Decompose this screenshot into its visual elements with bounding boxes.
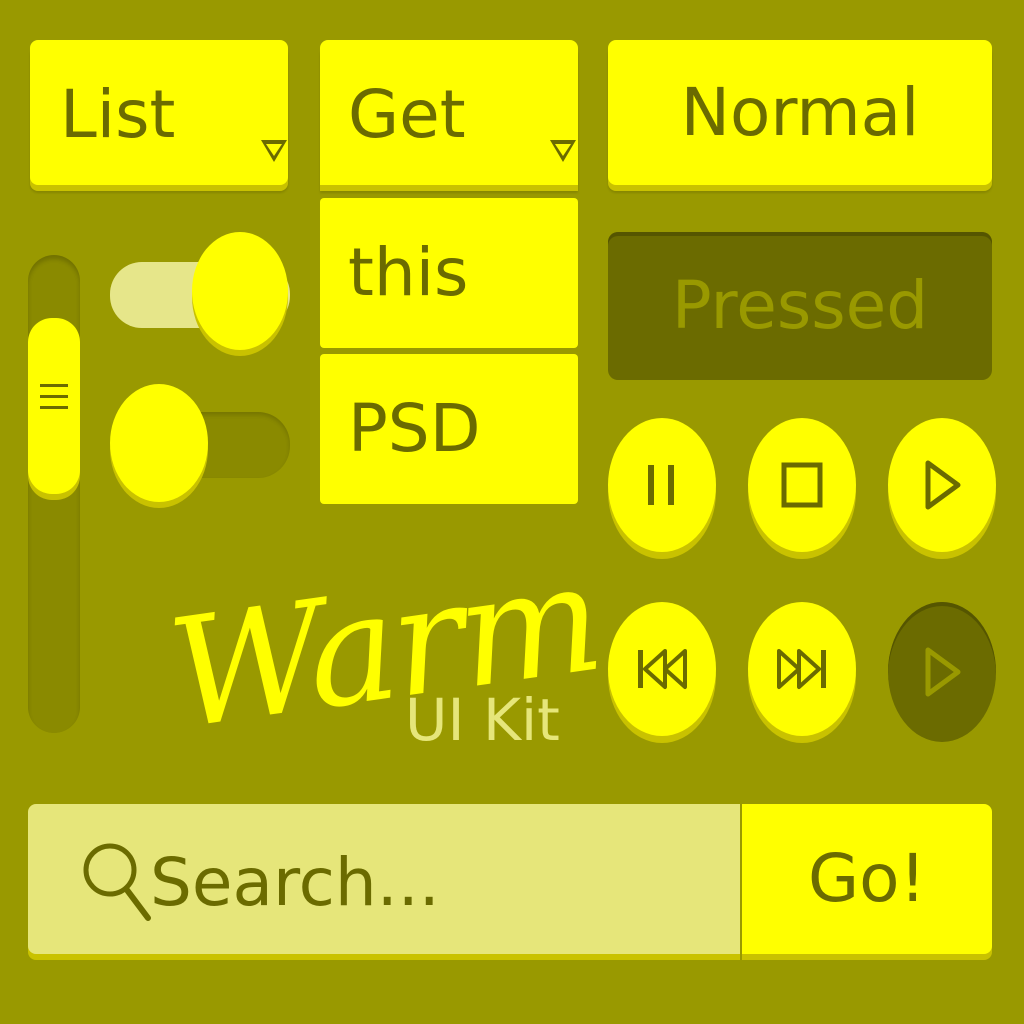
list-dropdown-label: List bbox=[60, 76, 176, 153]
previous-button[interactable] bbox=[608, 602, 716, 736]
triangle-down-icon bbox=[550, 140, 576, 162]
skip-forward-icon bbox=[777, 649, 826, 689]
dropdown-option-label: this bbox=[348, 234, 469, 311]
play-button[interactable] bbox=[888, 418, 996, 552]
dropdown-option-this[interactable]: this bbox=[320, 198, 578, 348]
toggle-on-knob[interactable] bbox=[192, 232, 288, 350]
play-icon bbox=[925, 647, 961, 697]
list-dropdown[interactable]: List bbox=[30, 40, 288, 185]
stop-button[interactable] bbox=[748, 418, 856, 552]
dropdown-option-psd[interactable]: PSD bbox=[320, 354, 578, 504]
pause-icon bbox=[648, 465, 674, 505]
triangle-down-icon bbox=[261, 140, 287, 162]
go-button-label: Go! bbox=[808, 840, 926, 917]
play-disabled-button bbox=[888, 602, 996, 742]
stop-icon bbox=[781, 462, 823, 508]
go-button[interactable]: Go! bbox=[742, 804, 992, 954]
vertical-slider-thumb[interactable] bbox=[28, 318, 80, 494]
pressed-button[interactable]: Pressed bbox=[608, 232, 992, 380]
play-icon bbox=[925, 460, 961, 510]
normal-button-label: Normal bbox=[680, 73, 920, 151]
pressed-button-label: Pressed bbox=[671, 267, 929, 344]
toggle-off-knob[interactable] bbox=[110, 384, 208, 502]
search-input[interactable]: Search... bbox=[150, 850, 440, 916]
get-dropdown-label: Get bbox=[348, 76, 466, 153]
grip-lines-icon bbox=[28, 384, 80, 409]
next-button[interactable] bbox=[748, 602, 856, 736]
get-dropdown[interactable]: Get bbox=[320, 40, 578, 185]
brand-subtitle: UI Kit bbox=[405, 686, 560, 754]
skip-back-icon bbox=[638, 649, 687, 689]
pause-button[interactable] bbox=[608, 418, 716, 552]
dropdown-option-label: PSD bbox=[348, 390, 481, 467]
normal-button[interactable]: Normal bbox=[608, 40, 992, 185]
search-field[interactable]: Search... bbox=[28, 804, 740, 954]
search-icon bbox=[83, 843, 151, 921]
